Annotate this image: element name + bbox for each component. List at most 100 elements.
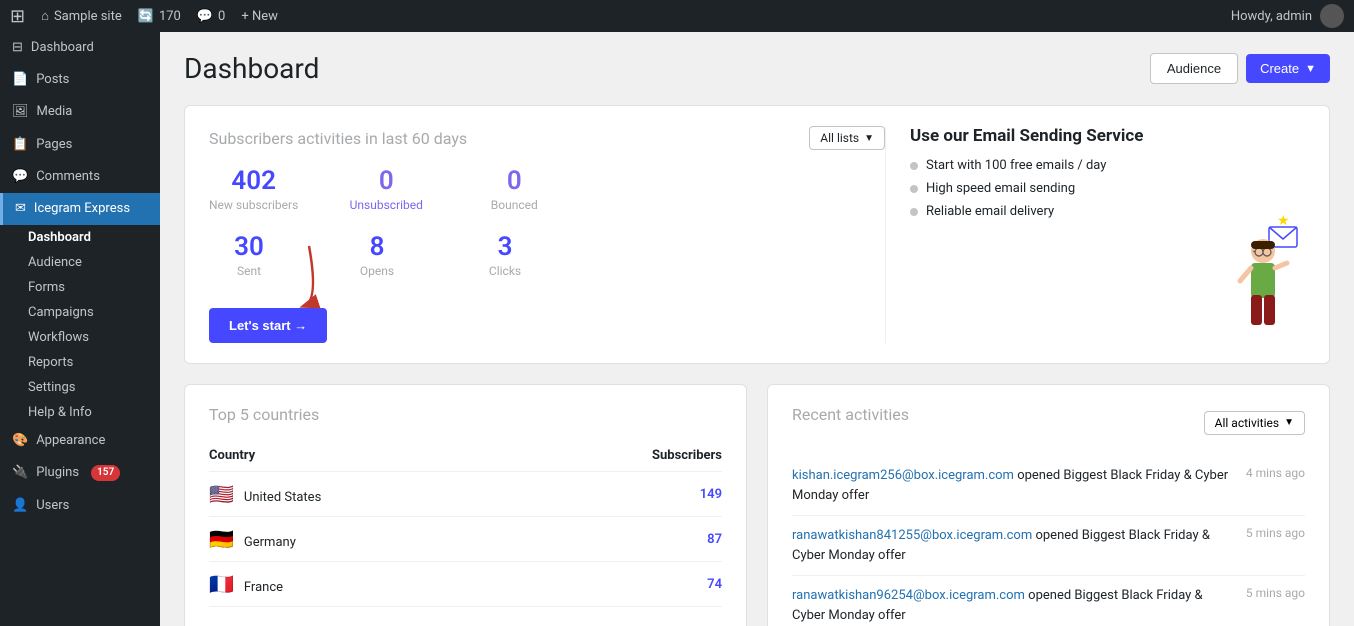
home-icon: ⌂ (41, 8, 49, 24)
country-name: 🇩🇪Germany (209, 517, 525, 562)
site-link[interactable]: ⌂ Sample site (41, 8, 122, 24)
new-button[interactable]: + New (241, 9, 278, 24)
sidebar-item-pages[interactable]: 📋 Pages (0, 129, 160, 161)
avatar (1320, 4, 1344, 28)
sidebar-sub-audience[interactable]: Audience (0, 250, 160, 275)
wp-logo[interactable]: ⊞ (10, 6, 25, 27)
activity-text: kishan.icegram256@box.icegram.com opened… (792, 466, 1233, 505)
plugins-icon: 🔌 (12, 464, 28, 482)
stat-label-unsubscribed[interactable]: Unsubscribed (346, 198, 426, 212)
comments-icon: 💬 (197, 9, 213, 24)
stat-bounced: 0 Bounced (474, 166, 554, 212)
stat-sent: 30 Sent (209, 232, 289, 278)
activity-email-link[interactable]: kishan.icegram256@box.icegram.com (792, 468, 1014, 483)
main-content: Dashboard Audience Create ▼ Subscribers … (160, 32, 1354, 626)
dashboard-icon: ⊟ (12, 39, 23, 57)
sidebar-item-posts[interactable]: 📄 Posts (0, 64, 160, 96)
comments-link[interactable]: 💬 0 (197, 9, 226, 24)
appearance-icon: 🎨 (12, 432, 28, 450)
sidebar-sub-workflows[interactable]: Workflows (0, 325, 160, 350)
sidebar-item-users[interactable]: 👤 Users (0, 490, 160, 522)
plugins-badge: 157 (91, 465, 120, 481)
flag-icon: 🇩🇪 (209, 527, 234, 551)
stat-label-subscribers: New subscribers (209, 198, 298, 212)
sidebar-item-plugins[interactable]: 🔌 Plugins 157 (0, 457, 160, 489)
countries-table: Country Subscribers 🇺🇸United States 149 … (209, 440, 722, 607)
sidebar-comments-label: Comments (36, 168, 100, 186)
countries-title: Top 5 countries (209, 405, 722, 424)
sidebar: ⊟ Dashboard 📄 Posts 🖼 Media 📋 Pages 💬 Co… (0, 32, 160, 626)
stats-left: Subscribers activities in last 60 days A… (209, 126, 885, 343)
sub-forms-label: Forms (28, 280, 65, 295)
sidebar-item-dashboard[interactable]: ⊟ Dashboard (0, 32, 160, 64)
flag-icon: 🇫🇷 (209, 572, 234, 596)
promo-list: Start with 100 free emails / day High sp… (910, 158, 1213, 219)
activity-text: ranawatkishan96254@box.icegram.com opene… (792, 586, 1233, 625)
sidebar-media-label: Media (37, 103, 73, 121)
pages-icon: 📋 (12, 136, 28, 154)
activities-list: kishan.icegram256@box.icegram.com opened… (792, 456, 1305, 626)
promo-dot-1 (910, 162, 918, 170)
promo-item-3: Reliable email delivery (910, 204, 1213, 219)
stat-value-unsubscribed: 0 (346, 166, 426, 196)
lets-start-button[interactable]: Let's start → (209, 308, 327, 343)
sidebar-item-appearance[interactable]: 🎨 Appearance (0, 425, 160, 457)
icegram-icon: ✉ (15, 200, 26, 218)
activities-header: Recent activities All activities ▼ (792, 405, 1305, 440)
activity-text: ranawatkishan841255@box.icegram.com open… (792, 526, 1233, 565)
audience-button[interactable]: Audience (1150, 53, 1238, 84)
promo-item-1-text: Start with 100 free emails / day (926, 158, 1106, 173)
stats-card: Subscribers activities in last 60 days A… (184, 105, 1330, 364)
sidebar-sub-forms[interactable]: Forms (0, 275, 160, 300)
sub-campaigns-label: Campaigns (28, 305, 94, 320)
sidebar-item-media[interactable]: 🖼 Media (0, 96, 160, 128)
updates-link[interactable]: 🔄 170 (138, 9, 181, 24)
promo-dot-2 (910, 185, 918, 193)
updates-icon: 🔄 (138, 9, 154, 24)
sidebar-sub-campaigns[interactable]: Campaigns (0, 300, 160, 325)
activity-email-link[interactable]: ranawatkishan841255@box.icegram.com (792, 528, 1032, 543)
stats-filter[interactable]: All lists ▼ (809, 126, 885, 150)
stats-title: Subscribers activities in last 60 days (209, 129, 467, 148)
sidebar-item-comments[interactable]: 💬 Comments (0, 161, 160, 193)
promo-item-2: High speed email sending (910, 181, 1213, 196)
table-row: 🇩🇪Germany 87 (209, 517, 722, 562)
activities-title: Recent activities (792, 405, 909, 424)
sidebar-sub-reports[interactable]: Reports (0, 350, 160, 375)
activity-email-link[interactable]: ranawatkishan96254@box.icegram.com (792, 588, 1025, 603)
character-svg: ★ (1225, 213, 1305, 343)
stat-value-clicks: 3 (465, 232, 545, 262)
create-button[interactable]: Create ▼ (1246, 54, 1330, 83)
stat-value-bounced: 0 (474, 166, 554, 196)
promo-content: Use our Email Sending Service Start with… (910, 126, 1213, 343)
top-bar: ⊞ ⌂ Sample site 🔄 170 💬 0 + New Howdy, a… (0, 0, 1354, 32)
site-name: Sample site (54, 9, 122, 24)
activities-card: Recent activities All activities ▼ kisha… (767, 384, 1330, 626)
activities-filter[interactable]: All activities ▼ (1204, 411, 1305, 435)
sidebar-sub-help[interactable]: Help & Info (0, 400, 160, 425)
top-bar-right: Howdy, admin (1231, 4, 1344, 28)
activity-time: 5 mins ago (1245, 526, 1305, 565)
stat-label-clicks: Clicks (465, 264, 545, 278)
stats-right: Use our Email Sending Service Start with… (885, 126, 1305, 343)
sidebar-sub-dashboard[interactable]: Dashboard (0, 225, 160, 250)
sidebar-users-label: Users (36, 497, 69, 515)
sub-workflows-label: Workflows (28, 330, 89, 345)
lets-start-area: Let's start → (209, 296, 885, 343)
sidebar-item-icegram[interactable]: ✉ Icegram Express (0, 193, 160, 225)
list-item: ranawatkishan841255@box.icegram.com open… (792, 516, 1305, 576)
activities-filter-label: All activities (1215, 416, 1279, 430)
table-row: 🇫🇷France 74 (209, 562, 722, 607)
list-item: ranawatkishan96254@box.icegram.com opene… (792, 576, 1305, 626)
bottom-grid: Top 5 countries Country Subscribers 🇺🇸Un… (184, 384, 1330, 626)
list-item: kishan.icegram256@box.icegram.com opened… (792, 456, 1305, 516)
sidebar-sub-settings[interactable]: Settings (0, 375, 160, 400)
comments-count: 0 (218, 9, 225, 24)
stat-label-bounced: Bounced (474, 198, 554, 212)
sidebar-dashboard-label: Dashboard (31, 39, 94, 57)
promo-item-2-text: High speed email sending (926, 181, 1075, 196)
promo-item-1: Start with 100 free emails / day (910, 158, 1213, 173)
flag-icon: 🇺🇸 (209, 482, 234, 506)
layout: ⊟ Dashboard 📄 Posts 🖼 Media 📋 Pages 💬 Co… (0, 32, 1354, 626)
sidebar-plugins-label: Plugins (36, 464, 79, 482)
